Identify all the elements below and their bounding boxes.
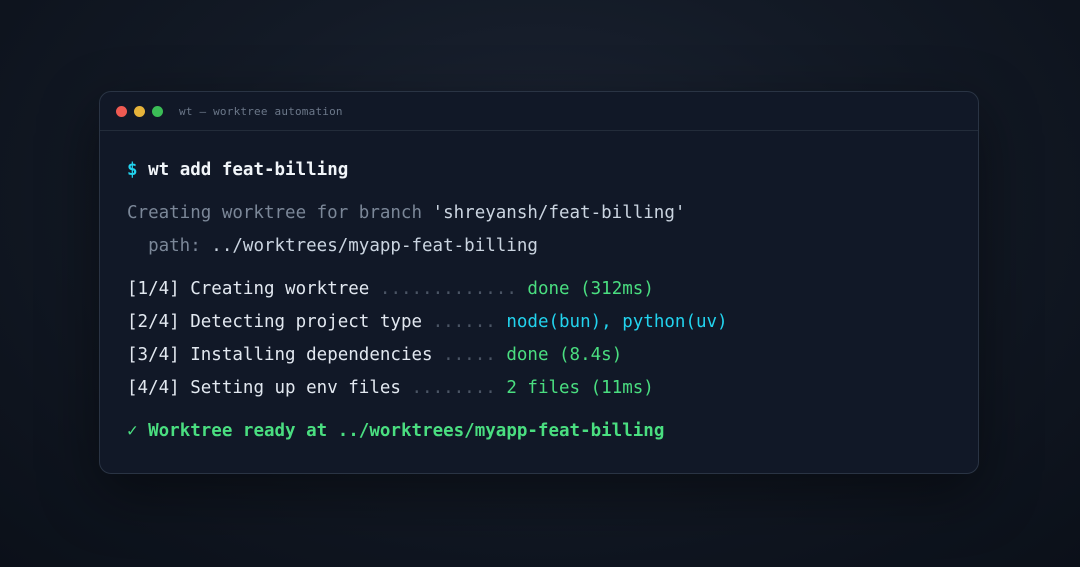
step-result: 2 files (11ms) xyxy=(506,378,654,398)
step-label: Installing dependencies xyxy=(190,345,433,365)
creating-line: Creating worktree for branch 'shreyansh/… xyxy=(127,201,685,225)
step-result: done (312ms) xyxy=(527,279,654,299)
step-index: [3/4] xyxy=(127,345,180,365)
step-dots: ...... xyxy=(432,312,496,332)
prompt-symbol: $ xyxy=(127,160,138,180)
step-row: [4/4] Setting up env files ........ 2 fi… xyxy=(127,376,654,400)
step-row: [3/4] Installing dependencies ..... done… xyxy=(127,343,622,367)
window-title: wt — worktree automation xyxy=(179,104,343,118)
maximize-window-icon[interactable] xyxy=(152,105,163,117)
step-row: [1/4] Creating worktree ............. do… xyxy=(127,277,654,301)
title-bar: wt — worktree automation xyxy=(100,92,978,131)
creating-prefix: Creating worktree for branch xyxy=(127,203,433,223)
step-result: node(bun), python(uv) xyxy=(506,312,728,332)
step-dots: ..... xyxy=(443,345,496,365)
branch-name: 'shreyansh/feat-billing' xyxy=(432,203,686,223)
final-message: Worktree ready at ../worktrees/myapp-fea… xyxy=(148,421,665,441)
step-row: [2/4] Detecting project type ...... node… xyxy=(127,310,728,334)
step-index: [1/4] xyxy=(127,279,180,299)
step-label: Setting up env files xyxy=(190,378,401,398)
step-dots: ........ xyxy=(411,378,496,398)
command-text: wt add feat-billing xyxy=(148,160,349,180)
checkmark-icon: ✓ xyxy=(127,421,138,441)
path-value: ../worktrees/myapp-feat-billing xyxy=(211,236,538,256)
step-index: [4/4] xyxy=(127,378,180,398)
step-label: Detecting project type xyxy=(190,312,423,332)
step-result: done (8.4s) xyxy=(506,345,623,365)
close-window-icon[interactable] xyxy=(116,105,127,117)
step-index: [2/4] xyxy=(127,312,180,332)
minimize-window-icon[interactable] xyxy=(134,105,145,117)
path-line: path: ../worktrees/myapp-feat-billing xyxy=(127,234,538,258)
path-label: path: xyxy=(127,236,212,256)
step-dots: ............. xyxy=(379,279,517,299)
final-line: ✓ Worktree ready at ../worktrees/myapp-f… xyxy=(127,419,664,443)
terminal-window: wt — worktree automation $ wt add feat-b… xyxy=(99,91,979,474)
command-line: $ wt add feat-billing xyxy=(127,158,348,182)
step-label: Creating worktree xyxy=(190,279,370,299)
